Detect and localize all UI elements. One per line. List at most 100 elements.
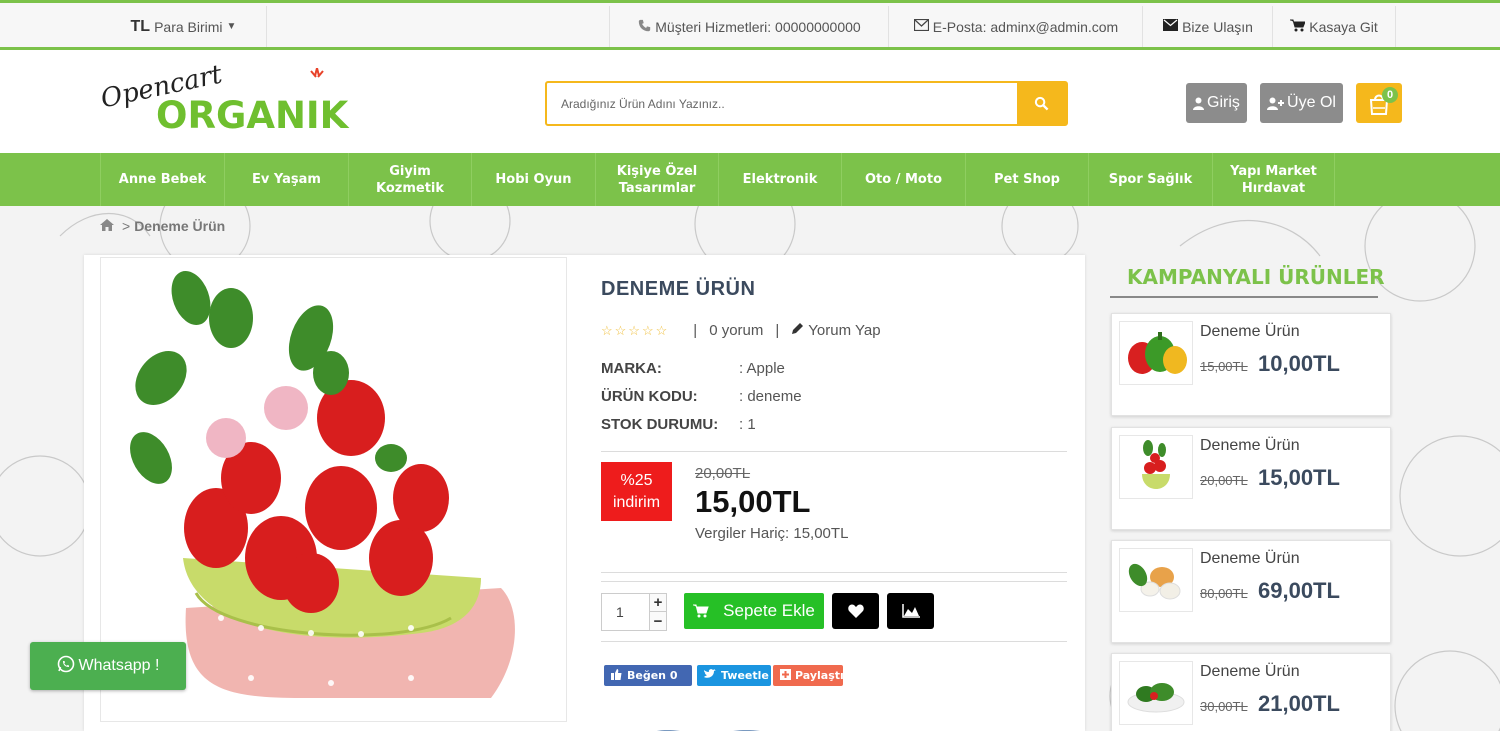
campaign-item[interactable]: Deneme Ürün 15,00TL 10,00TL xyxy=(1111,313,1391,416)
breadcrumb: > Deneme Ürün xyxy=(100,218,225,234)
campaign-item-name[interactable]: Deneme Ürün xyxy=(1200,437,1300,455)
caret-down-icon: ▼ xyxy=(226,21,237,32)
nav-item-label: Yapı Market Hırdavat xyxy=(1230,163,1317,196)
user-icon xyxy=(1193,97,1205,110)
user-plus-icon xyxy=(1267,97,1285,110)
nav-item-kisiye-ozel[interactable]: Kişiye Özel Tasarımlar xyxy=(595,153,718,206)
register-button[interactable]: Üye Ol xyxy=(1260,83,1343,123)
campaign-item-name[interactable]: Deneme Ürün xyxy=(1200,663,1300,681)
twitter-bird-icon xyxy=(704,669,716,682)
campaign-item-image[interactable] xyxy=(1119,435,1193,499)
area-chart-icon xyxy=(901,604,920,618)
whatsapp-button[interactable]: Whatsapp ! xyxy=(30,642,186,690)
campaign-item[interactable]: Deneme Ürün 20,00TL 15,00TL xyxy=(1111,427,1391,530)
spec-key: STOK DURUMU: xyxy=(601,416,719,433)
breadcrumb-separator: > xyxy=(122,218,131,234)
vegetables-image xyxy=(1128,563,1181,600)
campaign-title: KAMPANYALI ÜRÜNLER xyxy=(1127,265,1385,289)
like-label: Beğen 0 xyxy=(627,669,678,682)
search-input[interactable] xyxy=(547,83,1017,124)
envelope-filled-icon xyxy=(1163,19,1179,34)
nav-item-giyim-kozmetik[interactable]: Giyim Kozmetik xyxy=(348,153,471,206)
discount-label: indirim xyxy=(612,494,661,511)
nav-item-label: Giyim Kozmetik xyxy=(375,163,445,196)
register-label: Üye Ol xyxy=(1287,94,1336,111)
home-icon[interactable] xyxy=(100,218,114,234)
nav-item-label: Spor Sağlık xyxy=(1108,172,1193,187)
spec-value: : Apple xyxy=(739,360,785,377)
nav-item-oto-moto[interactable]: Oto / Moto xyxy=(841,153,965,206)
quantity-increase-button[interactable]: + xyxy=(649,594,666,612)
checkout-link[interactable]: Kasaya Git xyxy=(1272,6,1396,47)
current-price: 15,00TL xyxy=(695,484,811,519)
nav-item-label: Pet Shop xyxy=(994,172,1060,187)
cart-button[interactable]: 0 xyxy=(1356,83,1402,123)
search-bar xyxy=(545,81,1068,126)
strawberry-bowl-image xyxy=(1142,440,1170,489)
nav-item-spor-saglik[interactable]: Spor Sağlık xyxy=(1088,153,1212,206)
spec-key: MARKA: xyxy=(601,360,662,377)
quantity-decrease-button[interactable]: − xyxy=(649,612,666,630)
nav-item-pet-shop[interactable]: Pet Shop xyxy=(965,153,1088,206)
nav-item-ev-yasam[interactable]: Ev Yaşam xyxy=(224,153,348,206)
nav-item-label: Ev Yaşam xyxy=(252,172,321,187)
tweet-button[interactable]: Tweetle xyxy=(697,665,771,686)
campaign-item-name[interactable]: Deneme Ürün xyxy=(1200,323,1300,341)
nav-item-elektronik[interactable]: Elektronik xyxy=(718,153,841,206)
campaign-item[interactable]: Deneme Ürün 80,00TL 69,00TL xyxy=(1111,540,1391,643)
product-title: DENEME ÜRÜN xyxy=(601,278,756,300)
campaign-item-old-price: 15,00TL xyxy=(1200,359,1248,374)
share-button[interactable]: Paylaştır xyxy=(773,665,849,686)
divider: | xyxy=(693,322,698,339)
campaign-item-price: 69,00TL xyxy=(1258,578,1340,603)
login-button[interactable]: Giriş xyxy=(1186,83,1247,123)
contact-label: Bize Ulaşın xyxy=(1182,18,1253,35)
search-button[interactable] xyxy=(1017,83,1066,124)
whatsapp-icon xyxy=(57,655,75,678)
heart-icon xyxy=(847,604,864,618)
spec-key: ÜRÜN KODU: xyxy=(601,388,698,405)
campaign-item-image[interactable] xyxy=(1119,661,1193,725)
currency-label: Para Birimi xyxy=(154,18,223,35)
email-link[interactable]: E-Posta: adminx@admin.com xyxy=(888,6,1143,47)
review-row: ☆☆☆☆☆ | 0 yorum | Yorum Yap xyxy=(601,322,881,339)
campaign-item-image[interactable] xyxy=(1119,321,1193,385)
campaign-item-name[interactable]: Deneme Ürün xyxy=(1200,550,1300,568)
campaign-item-old-price: 80,00TL xyxy=(1200,586,1248,601)
review-count-link[interactable]: 0 yorum xyxy=(709,322,763,339)
campaign-item-old-price: 30,00TL xyxy=(1200,699,1248,714)
shopping-cart-icon xyxy=(693,604,709,618)
currency-selector[interactable]: TL Para Birimi ▼ xyxy=(100,6,267,47)
nav-item-label: Oto / Moto xyxy=(864,172,942,187)
facebook-like-button[interactable]: Beğen 0 xyxy=(604,665,692,686)
add-to-cart-button[interactable]: Sepete Ekle xyxy=(684,593,824,629)
tax-label: Vergiler Hariç: 15,00TL xyxy=(695,525,849,542)
breadcrumb-current[interactable]: Deneme Ürün xyxy=(134,218,225,234)
compare-button[interactable] xyxy=(887,593,934,629)
nav-item-anne-bebek[interactable]: Anne Bebek xyxy=(100,153,224,206)
campaign-item[interactable]: Deneme Ürün 30,00TL 21,00TL xyxy=(1111,653,1391,731)
nav-item-hobi-oyun[interactable]: Hobi Oyun xyxy=(471,153,595,206)
quantity-stepper: + − xyxy=(601,593,667,631)
campaign-item-price: 15,00TL xyxy=(1258,465,1340,490)
campaign-item-image[interactable] xyxy=(1119,548,1193,612)
divider xyxy=(601,572,1067,573)
logo-text-organik: ORGANIK xyxy=(156,94,349,137)
divider xyxy=(601,581,1067,582)
spec-value: : deneme xyxy=(739,388,802,405)
quantity-input[interactable] xyxy=(602,594,648,630)
rating-stars: ☆☆☆☆☆ xyxy=(601,322,670,338)
nav-item-yapi-market[interactable]: Yapı Market Hırdavat xyxy=(1212,153,1335,206)
nav-item-label: Hobi Oyun xyxy=(495,172,572,187)
spec-product-code: ÜRÜN KODU: : deneme xyxy=(601,388,802,405)
campaign-item-old-price: 20,00TL xyxy=(1200,473,1248,488)
tweet-label: Tweetle xyxy=(721,669,769,682)
divider xyxy=(1110,296,1378,298)
checkout-label: Kasaya Git xyxy=(1309,18,1378,35)
email-label: E-Posta: adminx@admin.com xyxy=(932,18,1119,35)
site-logo[interactable]: Opencart ORGANIK xyxy=(98,60,360,137)
write-review-link[interactable]: Yorum Yap xyxy=(808,322,880,339)
contact-link[interactable]: Bize Ulaşın xyxy=(1142,6,1273,47)
currency-symbol: TL xyxy=(130,17,151,35)
wishlist-button[interactable] xyxy=(832,593,879,629)
